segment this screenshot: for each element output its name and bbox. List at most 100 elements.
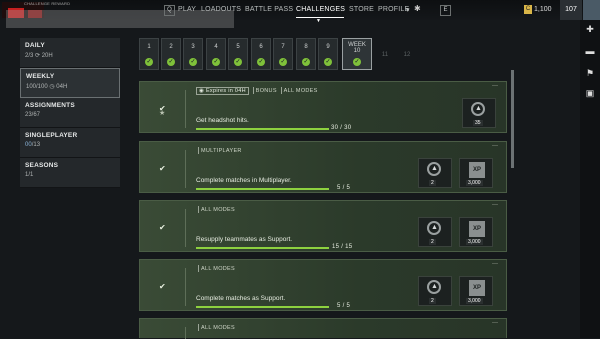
category-title: DAILY — [25, 42, 45, 49]
week-tab-11[interactable]: 11 — [375, 38, 395, 70]
progress-text: 5 / 5 — [337, 303, 351, 309]
reward-item[interactable]: ▲ 35 — [462, 98, 496, 128]
rank-icon: ▲ — [431, 283, 438, 290]
xp-token-reward[interactable]: XP 3,000 — [459, 276, 493, 306]
xp-amount: 3,000 — [466, 298, 483, 304]
card-menu-icon[interactable]: — — [492, 261, 498, 267]
completed-check-icon: ✔ — [159, 223, 166, 232]
card-divider — [185, 90, 186, 128]
clock-icon: ◉ — [199, 88, 205, 94]
category-assignments[interactable]: ASSIGNMENTS 23/67 — [20, 98, 120, 128]
xp-token-reward[interactable]: XP 3,000 — [459, 217, 493, 247]
category-daily[interactable]: DAILY 2/3 ⟳ 20H — [20, 38, 120, 68]
tag-mode: ALL MODES — [283, 88, 318, 94]
challenge-card[interactable]: ✔ ALL MODES Resupply teammates as Suppor… — [139, 200, 507, 252]
challenge-tags: ◉ Expires in 04H BONUS ALL MODES — [196, 87, 318, 95]
expiry-badge: ◉ Expires in 04H — [196, 87, 249, 95]
nav-profile[interactable]: PROFILE — [378, 6, 409, 13]
card-menu-icon[interactable]: — — [492, 202, 498, 208]
progress-text: 5 / 5 — [337, 185, 351, 191]
prev-tab-key[interactable]: Q — [164, 5, 175, 16]
xp-token-icon: XP — [469, 280, 485, 296]
reward-count: 2 — [429, 298, 436, 304]
gear-icon[interactable]: ✱ — [414, 4, 421, 13]
challenge-card[interactable]: ✔ ALL MODES Complete matches as Support.… — [139, 259, 507, 311]
reward-count: 2 — [429, 180, 436, 186]
reward-item[interactable]: ▲ 2 — [418, 276, 452, 306]
profile-dropdown-icon[interactable]: ▾ — [406, 6, 410, 14]
card-menu-icon[interactable]: — — [492, 83, 498, 89]
card-menu-icon[interactable]: — — [492, 320, 498, 326]
category-title: SEASONS — [25, 162, 59, 169]
challenge-card[interactable]: ✔ ★ ◉ Expires in 04H BONUS ALL MODES Get… — [139, 81, 507, 133]
check-icon: ✓ — [212, 58, 220, 66]
challenge-description: Get headshot hits. — [196, 117, 249, 124]
challenge-description: Complete matches as Support. — [196, 295, 286, 302]
refresh-icon: ⟳ — [35, 53, 41, 59]
xp-token-icon: XP — [469, 162, 485, 178]
next-tab-key[interactable]: E — [440, 5, 451, 16]
avatar[interactable] — [583, 0, 600, 20]
progress-text: 30 / 30 — [331, 125, 352, 131]
nav-store[interactable]: STORE — [349, 6, 374, 13]
category-progress: 100/100 ◷ 04H — [26, 84, 68, 90]
top-nav-bar: CHALLENGE REWARD Q PLAY LOADOUTS BATTLE … — [0, 0, 600, 28]
week-tab-1[interactable]: 1 ✓ — [139, 38, 159, 70]
nav-battle-pass[interactable]: BATTLE PASS — [245, 6, 293, 13]
week-tab-10[interactable]: WEEK 10 ✓ — [342, 38, 372, 70]
challenge-card[interactable]: ✔ MULTIPLAYER Complete matches in Multip… — [139, 141, 507, 193]
category-progress: 2/3 ⟳ 20H — [25, 53, 53, 59]
tag-mode: MULTIPLAYER — [201, 147, 242, 154]
check-icon: ✓ — [324, 58, 332, 66]
add-friend-icon[interactable]: ✚ — [584, 24, 596, 35]
xp-amount: 3,000 — [466, 180, 483, 186]
challenge-category-list: DAILY 2/3 ⟳ 20H WEEKLY 100/100 ◷ 04H ASS… — [20, 38, 120, 188]
challenge-card[interactable]: ALL MODES — — [139, 318, 507, 339]
favorite-star-icon[interactable]: ★ — [159, 109, 165, 117]
challenge-tags: ALL MODES — [196, 206, 235, 213]
week-tab-7[interactable]: 7 ✓ — [273, 38, 293, 70]
category-seasons[interactable]: SEASONS 1/1 — [20, 158, 120, 188]
category-singleplayer[interactable]: SINGLEPLAYER 00/13 — [20, 128, 120, 158]
challenge-tags: ALL MODES — [196, 265, 235, 272]
card-divider — [185, 209, 186, 247]
week-tab-12[interactable]: 12 — [397, 38, 417, 70]
rank-icon: ▲ — [431, 224, 438, 231]
week-tab-3[interactable]: 3 ✓ — [183, 38, 203, 70]
card-divider — [185, 150, 186, 188]
category-weekly[interactable]: WEEKLY 100/100 ◷ 04H — [20, 68, 120, 98]
xp-amount: 3,000 — [466, 239, 483, 245]
xp-token-reward[interactable]: XP 3,000 — [459, 158, 493, 188]
reward-item[interactable]: ▲ 2 — [418, 217, 452, 247]
card-menu-icon[interactable]: — — [492, 143, 498, 149]
week-tab-4[interactable]: 4 ✓ — [206, 38, 226, 70]
group-icon[interactable]: ⚑ — [584, 68, 596, 79]
week-tab-8[interactable]: 8 ✓ — [296, 38, 316, 70]
challenge-description: Complete matches in Multiplayer. — [196, 177, 292, 184]
check-icon: ✓ — [234, 58, 242, 66]
challenge-list-scrollbar[interactable] — [511, 70, 514, 168]
reward-item[interactable]: ▲ 2 — [418, 158, 452, 188]
nav-loadouts[interactable]: LOADOUTS — [201, 6, 241, 13]
tag-mode: ALL MODES — [201, 265, 235, 272]
party-icon[interactable]: ▬ — [584, 46, 596, 56]
promo-banner[interactable] — [6, 10, 234, 28]
promo-text: CHALLENGE REWARD — [24, 1, 71, 6]
card-divider — [185, 327, 186, 339]
check-icon: ✓ — [189, 58, 197, 66]
week-tab-5[interactable]: 5 ✓ — [228, 38, 248, 70]
nav-play[interactable]: PLAY — [178, 6, 196, 13]
nav-challenges[interactable]: CHALLENGES — [296, 6, 345, 13]
xp-token-icon: XP — [469, 221, 485, 237]
challenge-description: Resupply teammates as Support. — [196, 236, 293, 243]
week-tab-9[interactable]: 9 ✓ — [318, 38, 338, 70]
currency-icon: C — [524, 5, 532, 14]
week-tab-2[interactable]: 2 ✓ — [161, 38, 181, 70]
week-tab-6[interactable]: 6 ✓ — [251, 38, 271, 70]
check-icon: ✓ — [353, 58, 361, 66]
category-progress: 23/67 — [25, 112, 41, 118]
progress-text: 15 / 15 — [332, 244, 353, 250]
reward-count: 35 — [473, 120, 483, 126]
category-title: WEEKLY — [26, 73, 55, 80]
message-icon[interactable]: ▣ — [584, 88, 596, 99]
